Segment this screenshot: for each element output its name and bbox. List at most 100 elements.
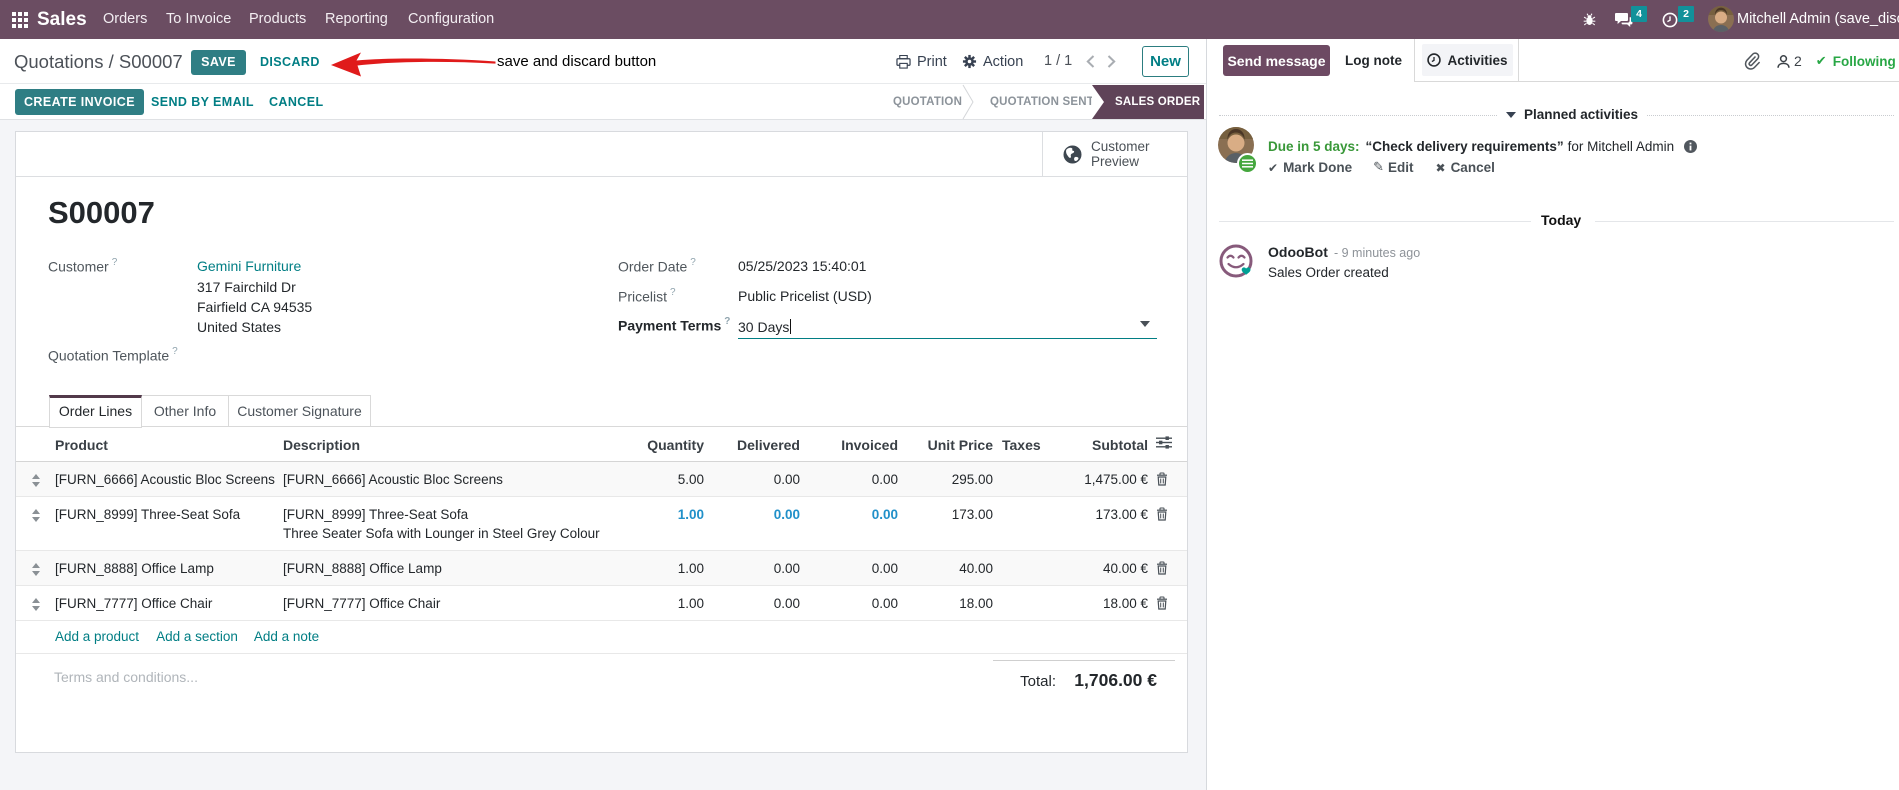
drag-handle-icon[interactable] — [31, 563, 40, 576]
followers-button[interactable]: 2 — [1776, 53, 1802, 69]
cell-invoiced[interactable]: 0.00 — [800, 497, 898, 531]
collapse-caret-icon[interactable] — [1506, 112, 1516, 118]
col-header-subtotal[interactable]: Subtotal — [1076, 427, 1148, 461]
print-button[interactable]: Print — [896, 39, 947, 84]
drag-handle-icon[interactable] — [31, 509, 40, 522]
schedule-activity-button[interactable]: Activities — [1414, 39, 1519, 82]
drag-handle-icon[interactable] — [31, 474, 40, 487]
col-header-taxes[interactable]: Taxes — [993, 427, 1076, 461]
attachments-icon[interactable] — [1743, 52, 1760, 70]
customer-preview-button[interactable]: Customer Preview — [1042, 132, 1187, 176]
add-a-note-link[interactable]: Add a note — [254, 621, 319, 653]
planned-activities-label[interactable]: Planned activities — [1524, 107, 1638, 122]
cell-delivered[interactable]: 0.00 — [704, 497, 800, 531]
col-header-delivered[interactable]: Delivered — [704, 427, 800, 461]
payment-terms-dropdown-icon[interactable] — [1140, 321, 1150, 327]
order-line-row[interactable]: [FURN_6666] Acoustic Bloc Screens [FURN_… — [16, 462, 1187, 497]
cancel-button[interactable]: CANCEL — [269, 89, 323, 115]
new-button[interactable]: New — [1142, 46, 1189, 77]
messages-badge[interactable]: 4 — [1631, 6, 1647, 22]
tab-customer-signature[interactable]: Customer Signature — [229, 395, 371, 427]
cell-description[interactable]: [FURN_6666] Acoustic Bloc Screens — [283, 462, 576, 496]
cell-invoiced[interactable]: 0.00 — [800, 586, 898, 620]
payment-terms-field-input[interactable]: 30 Days — [738, 319, 792, 335]
delete-row-icon[interactable] — [1148, 497, 1187, 528]
debug-bug-icon[interactable] — [1582, 0, 1597, 39]
menu-configuration[interactable]: Configuration — [408, 0, 494, 39]
tab-order-lines[interactable]: Order Lines — [49, 395, 142, 428]
cell-unit-price[interactable]: 173.00 — [898, 497, 993, 531]
menu-reporting[interactable]: Reporting — [325, 0, 388, 39]
order-line-row[interactable]: [FURN_8888] Office Lamp [FURN_8888] Offi… — [16, 551, 1187, 586]
cell-product[interactable]: [FURN_6666] Acoustic Bloc Screens — [55, 462, 283, 496]
pager-next-icon[interactable] — [1107, 55, 1116, 68]
terms-and-conditions-input[interactable]: Terms and conditions... — [54, 669, 198, 685]
send-message-button[interactable]: Send message — [1223, 45, 1330, 76]
log-note-button[interactable]: Log note — [1345, 45, 1402, 76]
tab-other-info[interactable]: Other Info — [142, 395, 229, 427]
cell-description[interactable]: [FURN_8888] Office Lamp — [283, 551, 576, 585]
step-quotation[interactable]: QUOTATION — [893, 84, 962, 120]
col-header-product[interactable]: Product — [55, 427, 283, 461]
cell-unit-price[interactable]: 40.00 — [898, 551, 993, 585]
discard-button[interactable]: DISCARD — [260, 50, 320, 75]
activities-clock-icon[interactable] — [1662, 0, 1678, 39]
save-button[interactable]: SAVE — [191, 50, 246, 75]
delete-row-icon[interactable] — [1148, 462, 1187, 493]
apps-grid-icon[interactable] — [12, 12, 28, 28]
cell-description[interactable]: [FURN_7777] Office Chair — [283, 586, 576, 620]
col-header-unit-price[interactable]: Unit Price — [898, 427, 993, 461]
order-line-row[interactable]: [FURN_8999] Three-Seat Sofa [FURN_8999] … — [16, 497, 1187, 551]
optional-columns-icon[interactable] — [1148, 427, 1187, 455]
col-header-description[interactable]: Description — [283, 427, 576, 461]
delete-row-icon[interactable] — [1148, 551, 1187, 582]
cell-description[interactable]: [FURN_8999] Three-Seat Sofa Three Seater … — [283, 497, 600, 550]
info-icon[interactable] — [1684, 140, 1698, 153]
menu-orders[interactable]: Orders — [103, 0, 147, 39]
cell-delivered[interactable]: 0.00 — [704, 551, 800, 585]
menu-products[interactable]: Products — [249, 0, 306, 39]
cell-unit-price[interactable]: 295.00 — [898, 462, 993, 496]
menu-to-invoice[interactable]: To Invoice — [166, 0, 231, 39]
col-header-invoiced[interactable]: Invoiced — [800, 427, 898, 461]
cell-delivered[interactable]: 0.00 — [704, 462, 800, 496]
breadcrumb-quotations[interactable]: Quotations — [14, 51, 103, 72]
cell-product[interactable]: [FURN_8888] Office Lamp — [55, 551, 283, 585]
cell-quantity[interactable]: 1.00 — [576, 586, 704, 620]
step-quotation-sent[interactable]: QUOTATION SENT — [990, 84, 1094, 120]
activities-badge[interactable]: 2 — [1678, 6, 1694, 22]
user-avatar[interactable] — [1708, 6, 1734, 32]
step-sales-order[interactable]: SALES ORDER — [1092, 85, 1204, 119]
cell-product[interactable]: [FURN_7777] Office Chair — [55, 586, 283, 620]
cell-quantity[interactable]: 1.00 — [576, 497, 704, 531]
order-line-row[interactable]: [FURN_7777] Office Chair [FURN_7777] Off… — [16, 586, 1187, 621]
cell-invoiced[interactable]: 0.00 — [800, 551, 898, 585]
send-by-email-button[interactable]: SEND BY EMAIL — [151, 89, 254, 115]
app-name[interactable]: Sales — [37, 0, 87, 39]
cell-quantity[interactable]: 1.00 — [576, 551, 704, 585]
cell-taxes[interactable] — [993, 551, 1076, 566]
cell-taxes[interactable] — [993, 462, 1076, 477]
mark-done-button[interactable]: ✔ Mark Done — [1268, 160, 1352, 175]
edit-activity-button[interactable]: ✎ Edit — [1373, 160, 1413, 175]
customer-field-value[interactable]: Gemini Furniture — [197, 258, 301, 274]
pager-previous-icon[interactable] — [1086, 55, 1095, 68]
cell-unit-price[interactable]: 18.00 — [898, 586, 993, 620]
add-a-product-link[interactable]: Add a product — [55, 621, 139, 653]
order-date-field-value[interactable]: 05/25/2023 15:40:01 — [738, 258, 866, 274]
message-author[interactable]: OdooBot — [1268, 244, 1328, 260]
cancel-activity-button[interactable]: ✖ Cancel — [1436, 160, 1495, 175]
pricelist-field-value[interactable]: Public Pricelist (USD) — [738, 288, 872, 304]
cell-taxes[interactable] — [993, 586, 1076, 601]
action-button[interactable]: Action — [962, 39, 1023, 84]
cell-quantity[interactable]: 5.00 — [576, 462, 704, 496]
cell-delivered[interactable]: 0.00 — [704, 586, 800, 620]
create-invoice-button[interactable]: CREATE INVOICE — [15, 89, 144, 115]
col-header-quantity[interactable]: Quantity — [576, 427, 704, 461]
drag-handle-icon[interactable] — [31, 598, 40, 611]
cell-taxes[interactable] — [993, 497, 1076, 512]
cell-invoiced[interactable]: 0.00 — [800, 462, 898, 496]
add-a-section-link[interactable]: Add a section — [156, 621, 238, 653]
cell-product[interactable]: [FURN_8999] Three-Seat Sofa — [55, 497, 283, 531]
user-name[interactable]: Mitchell Admin (save_discard — [1737, 0, 1899, 39]
